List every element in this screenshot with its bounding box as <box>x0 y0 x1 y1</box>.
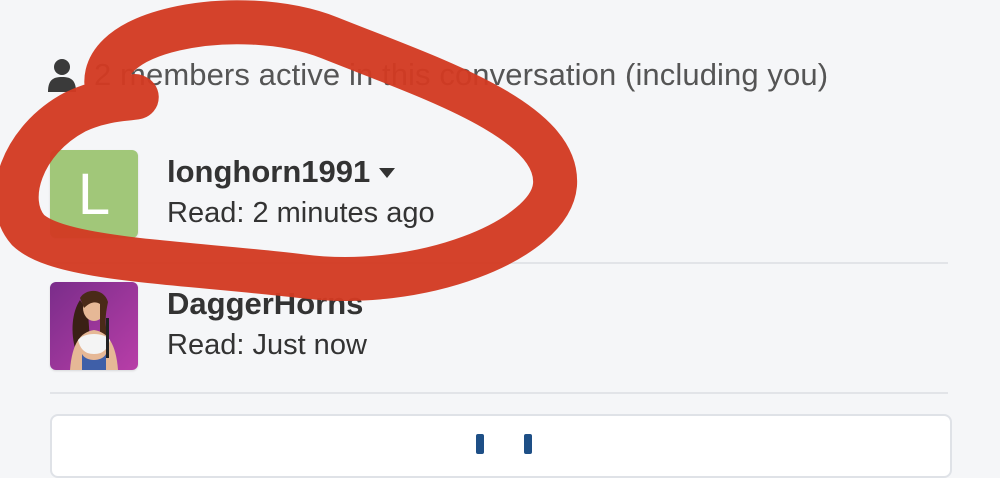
read-status: Read: 2 minutes ago <box>167 197 435 229</box>
read-status: Read: Just now <box>167 329 367 361</box>
active-members-header: 2 members active in this conversation (i… <box>48 57 828 93</box>
member-info: DaggerHorns Read: Just now <box>167 282 367 362</box>
partial-text-glyph <box>524 434 532 454</box>
member-row-longhorn1991: L longhorn1991 Read: 2 minutes ago <box>50 150 948 250</box>
person-icon <box>48 59 76 92</box>
caret-down-icon[interactable] <box>378 167 396 179</box>
member-name-link[interactable]: DaggerHorns <box>167 282 367 326</box>
active-members-text: 2 members active in this conversation (i… <box>94 57 829 92</box>
avatar-letter: L <box>77 162 111 227</box>
member-name: DaggerHorns <box>167 286 364 321</box>
member-name: longhorn1991 <box>167 154 371 189</box>
avatar-photo[interactable] <box>50 282 138 370</box>
member-name-link[interactable]: longhorn1991 <box>167 150 435 194</box>
divider <box>50 392 948 394</box>
divider <box>50 262 948 264</box>
member-row-daggerhorns: DaggerHorns Read: Just now <box>50 282 948 382</box>
member-info: longhorn1991 Read: 2 minutes ago <box>167 150 435 230</box>
partial-text-glyph <box>476 434 484 454</box>
avatar[interactable]: L <box>50 150 138 238</box>
avatar-image <box>50 282 138 370</box>
bottom-card <box>50 414 952 478</box>
